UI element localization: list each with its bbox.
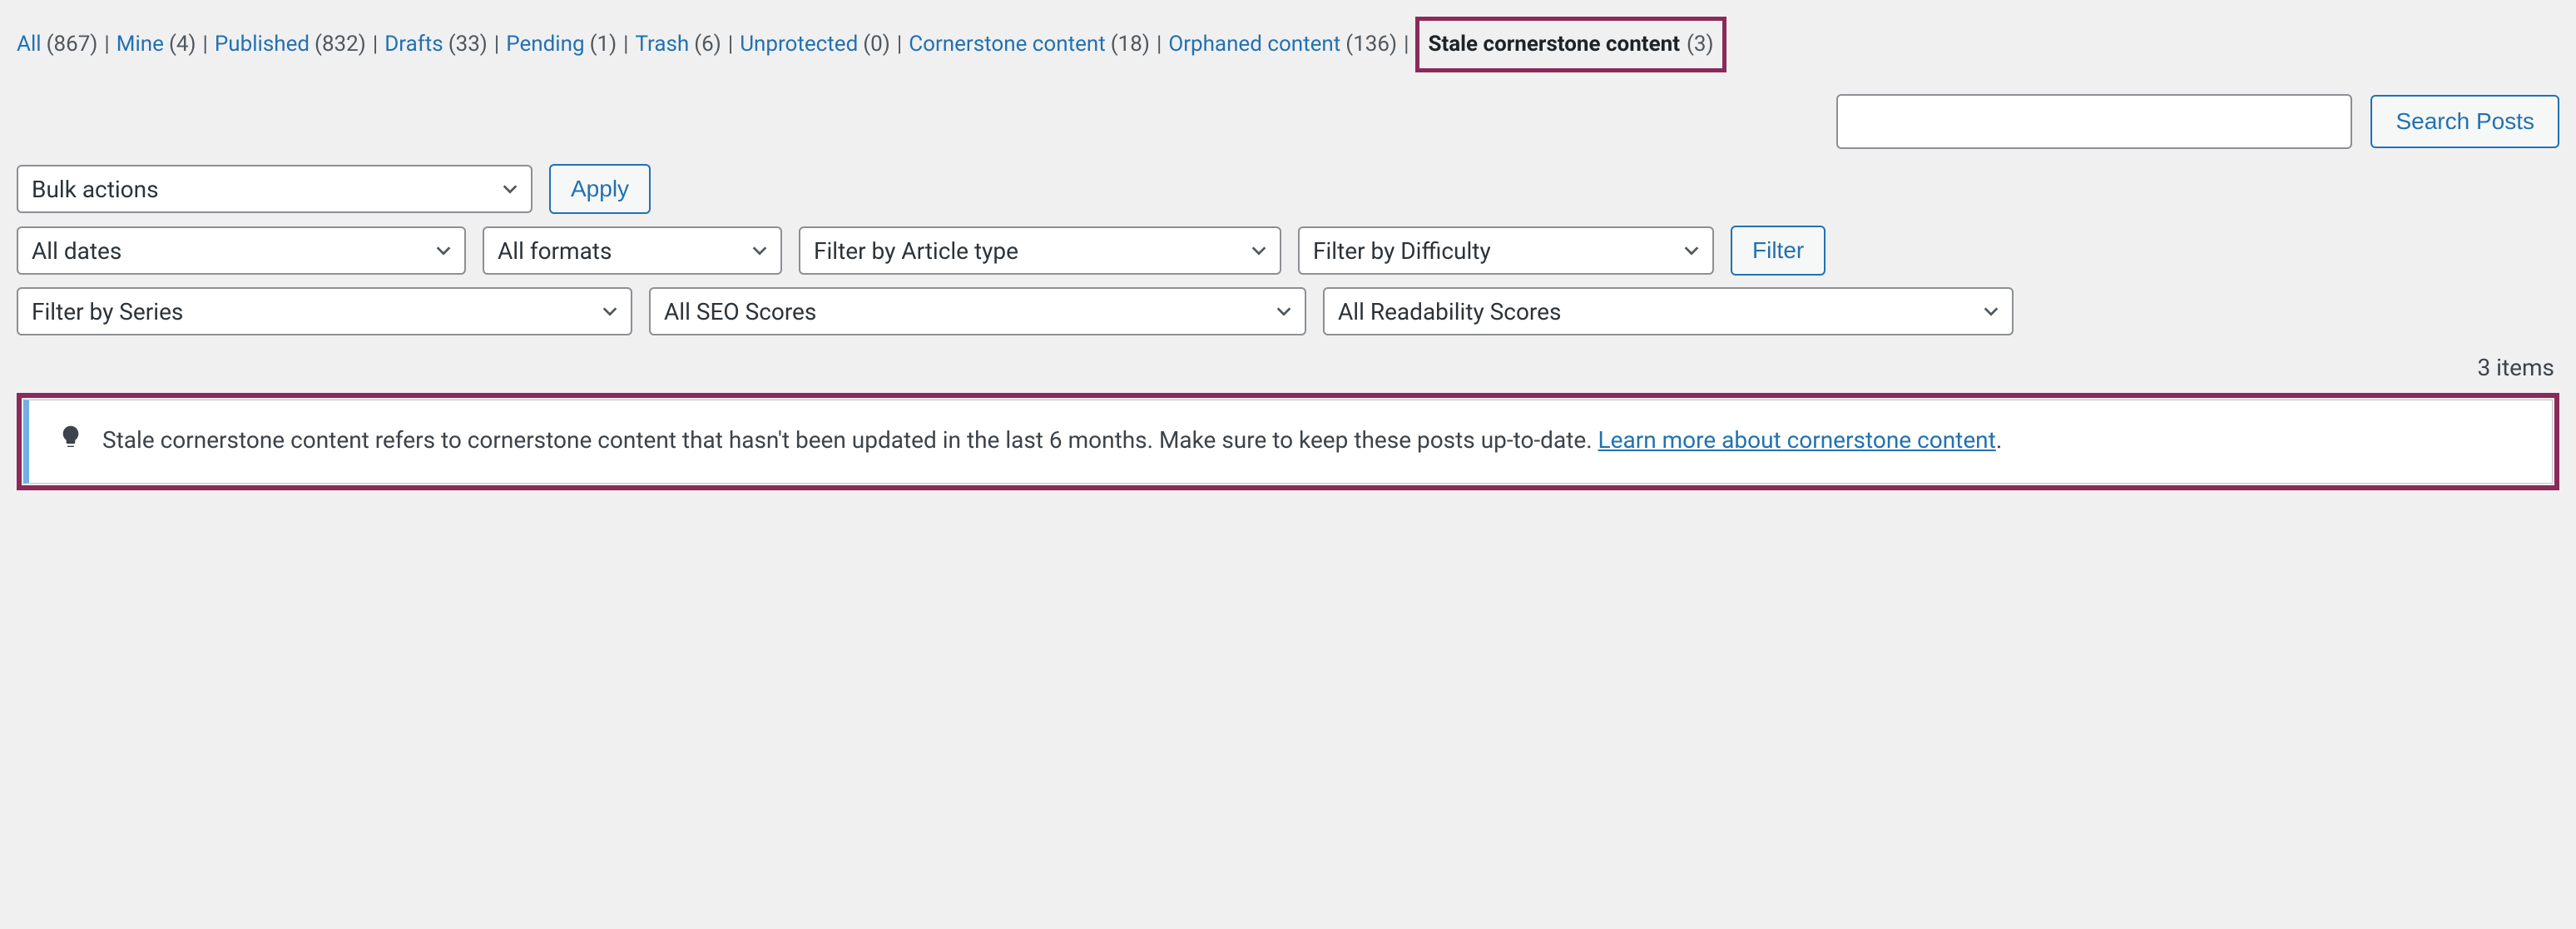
- separator: |: [728, 24, 733, 65]
- separator: |: [897, 24, 902, 65]
- separator: |: [494, 24, 499, 65]
- filter-orphaned-count: (136): [1345, 24, 1397, 65]
- filter-pending-link[interactable]: Pending: [506, 24, 584, 65]
- separator: |: [623, 24, 628, 65]
- filter-unprotected-count: (0): [863, 24, 890, 65]
- lightbulb-icon: [57, 424, 84, 460]
- chevron-down-icon: [1250, 241, 1268, 260]
- separator: |: [373, 24, 378, 65]
- notice-body: Stale cornerstone content refers to corn…: [102, 426, 1598, 454]
- difficulty-label: Filter by Difficulty: [1313, 237, 1491, 265]
- bulk-actions-label: Bulk actions: [32, 176, 159, 203]
- filter-mine-count: (4): [169, 24, 196, 65]
- chevron-down-icon: [751, 241, 769, 260]
- filter-row-1: All dates All formats Filter by Article …: [17, 226, 2559, 276]
- filter-mine-link[interactable]: Mine: [116, 24, 164, 65]
- filter-drafts: Drafts (33): [384, 24, 488, 65]
- search-input[interactable]: [1836, 94, 2352, 149]
- dates-label: All dates: [32, 237, 121, 265]
- apply-button[interactable]: Apply: [549, 164, 651, 214]
- filter-pending: Pending (1): [506, 24, 617, 65]
- filter-row-2: Filter by Series All SEO Scores All Read…: [17, 287, 2559, 335]
- filter-orphaned-link[interactable]: Orphaned content: [1168, 24, 1340, 65]
- search-row: Search Posts: [17, 94, 2559, 149]
- search-posts-button[interactable]: Search Posts: [2370, 95, 2559, 148]
- filter-stale-cornerstone-count: (3): [1687, 24, 1714, 65]
- items-count: 3 items: [17, 354, 2554, 381]
- notice-suffix: .: [1996, 426, 2002, 454]
- dates-select[interactable]: All dates: [17, 226, 466, 275]
- filter-published-count: (832): [315, 24, 366, 65]
- separator: |: [203, 24, 208, 65]
- filter-all-link[interactable]: All: [17, 24, 42, 65]
- separator: |: [1404, 24, 1409, 65]
- series-select[interactable]: Filter by Series: [17, 287, 632, 335]
- chevron-down-icon: [501, 180, 519, 198]
- filter-all-count: (867): [47, 24, 98, 65]
- filter-links: All (867) | Mine (4) | Published (832) |…: [17, 17, 2559, 72]
- chevron-down-icon: [434, 241, 453, 260]
- separator: |: [1157, 24, 1162, 65]
- filter-published: Published (832): [215, 24, 366, 65]
- notice-text: Stale cornerstone content refers to corn…: [102, 422, 2002, 458]
- filter-all: All (867): [17, 24, 97, 65]
- filter-stale-cornerstone: Stale cornerstone content (3): [1415, 17, 1726, 72]
- filter-trash: Trash (6): [636, 24, 721, 65]
- filter-stale-cornerstone-link[interactable]: Stale cornerstone content: [1428, 24, 1680, 65]
- formats-label: All formats: [498, 237, 612, 265]
- filter-cornerstone: Cornerstone content (18): [909, 24, 1150, 65]
- filter-pending-count: (1): [590, 24, 617, 65]
- notice-highlight: Stale cornerstone content refers to corn…: [17, 393, 2559, 489]
- learn-more-link[interactable]: Learn more about cornerstone content: [1598, 426, 1996, 454]
- filter-trash-link[interactable]: Trash: [636, 24, 690, 65]
- filter-orphaned: Orphaned content (136): [1168, 24, 1397, 65]
- filter-mine: Mine (4): [116, 24, 196, 65]
- filter-button[interactable]: Filter: [1731, 226, 1825, 276]
- separator: |: [104, 24, 109, 65]
- difficulty-select[interactable]: Filter by Difficulty: [1298, 226, 1714, 275]
- filter-unprotected: Unprotected (0): [740, 24, 890, 65]
- chevron-down-icon: [601, 302, 619, 320]
- bulk-row: Bulk actions Apply: [17, 164, 2559, 214]
- readability-scores-select[interactable]: All Readability Scores: [1323, 287, 2014, 335]
- chevron-down-icon: [1982, 302, 2000, 320]
- filter-unprotected-link[interactable]: Unprotected: [740, 24, 858, 65]
- article-type-select[interactable]: Filter by Article type: [799, 226, 1281, 275]
- article-type-label: Filter by Article type: [814, 237, 1018, 265]
- filter-drafts-link[interactable]: Drafts: [384, 24, 443, 65]
- filter-cornerstone-count: (18): [1111, 24, 1150, 65]
- seo-scores-select[interactable]: All SEO Scores: [649, 287, 1306, 335]
- filter-cornerstone-link[interactable]: Cornerstone content: [909, 24, 1106, 65]
- filter-drafts-count: (33): [448, 24, 488, 65]
- seo-scores-label: All SEO Scores: [664, 298, 816, 325]
- stale-notice: Stale cornerstone content refers to corn…: [23, 400, 2553, 483]
- chevron-down-icon: [1275, 302, 1293, 320]
- bulk-actions-select[interactable]: Bulk actions: [17, 165, 533, 213]
- filter-trash-count: (6): [694, 24, 721, 65]
- filter-published-link[interactable]: Published: [215, 24, 310, 65]
- chevron-down-icon: [1682, 241, 1701, 260]
- formats-select[interactable]: All formats: [483, 226, 782, 275]
- series-label: Filter by Series: [32, 298, 183, 325]
- readability-scores-label: All Readability Scores: [1338, 298, 1561, 325]
